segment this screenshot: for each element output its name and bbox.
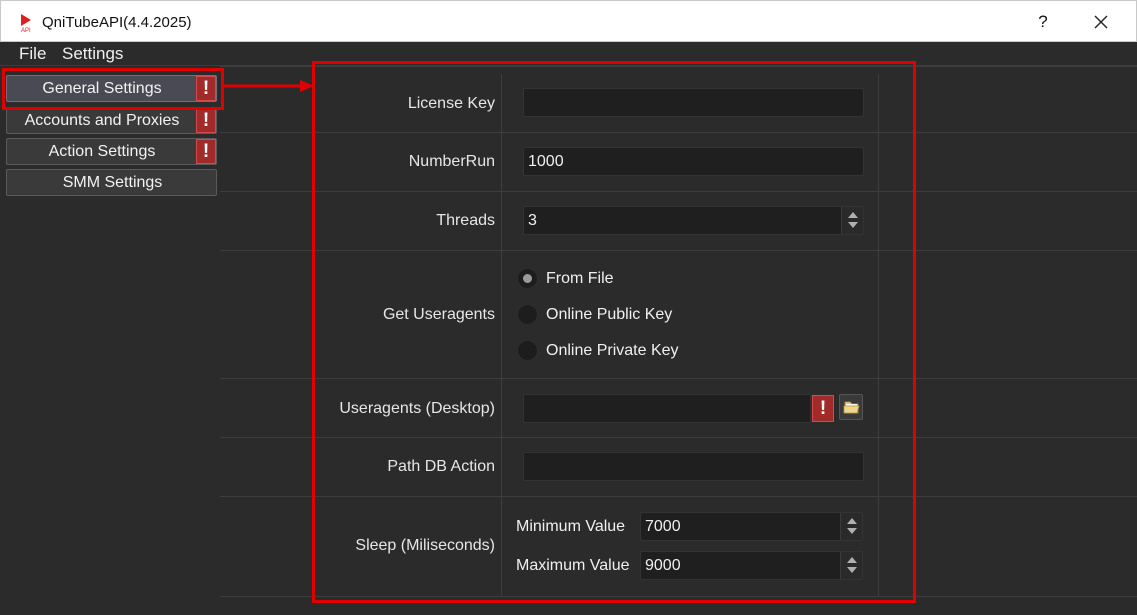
sleep-min-stepper[interactable]: [840, 513, 862, 540]
minimum-value-label: Minimum Value: [516, 518, 626, 535]
chevron-down-icon: [847, 528, 857, 534]
path-db-action-label: Path DB Action: [387, 458, 495, 475]
number-run-label: NumberRun: [408, 153, 495, 170]
folder-icon: [843, 401, 860, 414]
get-useragents-label: Get Useragents: [382, 306, 495, 323]
row-divider: [220, 378, 1137, 379]
threads-value: 3: [528, 212, 537, 229]
license-key-input[interactable]: [523, 88, 864, 117]
radio-from-file-label[interactable]: From File: [546, 270, 614, 288]
sidebar-item-label: Action Settings: [48, 143, 156, 160]
sleep-max-spinbox[interactable]: 9000: [640, 551, 863, 580]
window-title: QniTubeAPI(4.4.2025): [42, 14, 192, 31]
chevron-up-icon: [848, 212, 858, 218]
app-logo-icon: API: [21, 14, 31, 33]
title-bar: API QniTubeAPI(4.4.2025) ?: [0, 0, 1137, 42]
chevron-up-icon: [847, 518, 857, 524]
threads-spinbox[interactable]: 3: [523, 206, 864, 235]
threads-label: Threads: [436, 212, 495, 229]
sleep-min-spinbox[interactable]: 7000: [640, 512, 863, 541]
maximum-value-label: Maximum Value: [516, 557, 630, 574]
sidebar-item-accounts-and-proxies[interactable]: Accounts and Proxies !: [6, 107, 217, 134]
row-divider: [220, 437, 1137, 438]
chevron-down-icon: [848, 222, 858, 228]
chevron-down-icon: [847, 567, 857, 573]
threads-stepper[interactable]: [841, 207, 863, 234]
row-divider: [220, 250, 1137, 251]
row-divider: [220, 596, 1137, 597]
sidebar-item-label: SMM Settings: [62, 174, 163, 191]
sidebar-item-label: Accounts and Proxies: [24, 112, 180, 129]
menu-settings[interactable]: Settings: [62, 44, 123, 64]
column-divider: [878, 74, 879, 596]
radio-online-private-key-label[interactable]: Online Private Key: [546, 342, 679, 360]
useragents-desktop-label: Useragents (Desktop): [339, 400, 495, 417]
menu-bar: File Settings: [0, 42, 1137, 66]
browse-button[interactable]: [839, 394, 863, 420]
row-divider: [220, 132, 1137, 133]
radio-online-public-key-label[interactable]: Online Public Key: [546, 306, 672, 324]
number-run-input[interactable]: 1000: [523, 147, 864, 176]
column-divider: [501, 74, 502, 596]
sidebar-item-action-settings[interactable]: Action Settings !: [6, 138, 217, 165]
sleep-min-value: 7000: [645, 518, 681, 535]
warning-icon: !: [812, 395, 834, 422]
path-db-action-input[interactable]: [523, 452, 864, 481]
radio-online-public-key[interactable]: [517, 304, 538, 325]
number-run-value: 1000: [528, 153, 564, 170]
row-divider: [220, 496, 1137, 497]
arrow-right-icon: [224, 80, 314, 92]
row-divider: [220, 191, 1137, 192]
sidebar-item-smm-settings[interactable]: SMM Settings: [6, 169, 217, 196]
menu-file[interactable]: File: [19, 44, 46, 64]
radio-from-file[interactable]: [517, 268, 538, 289]
svg-text:API: API: [21, 28, 31, 33]
close-button[interactable]: [1081, 7, 1121, 37]
chevron-up-icon: [847, 557, 857, 563]
warning-icon: !: [196, 139, 216, 164]
sleep-label: Sleep (Miliseconds): [355, 537, 495, 554]
warning-icon: !: [196, 108, 216, 133]
help-button[interactable]: ?: [1023, 7, 1063, 37]
radio-online-private-key[interactable]: [517, 340, 538, 361]
close-icon: [1094, 15, 1108, 29]
highlight-box-sidebar: [2, 68, 224, 110]
useragents-desktop-input[interactable]: [523, 394, 811, 423]
row-divider: [220, 66, 1137, 67]
license-key-label: License Key: [407, 95, 495, 112]
sleep-max-stepper[interactable]: [840, 552, 862, 579]
sleep-max-value: 9000: [645, 557, 681, 574]
